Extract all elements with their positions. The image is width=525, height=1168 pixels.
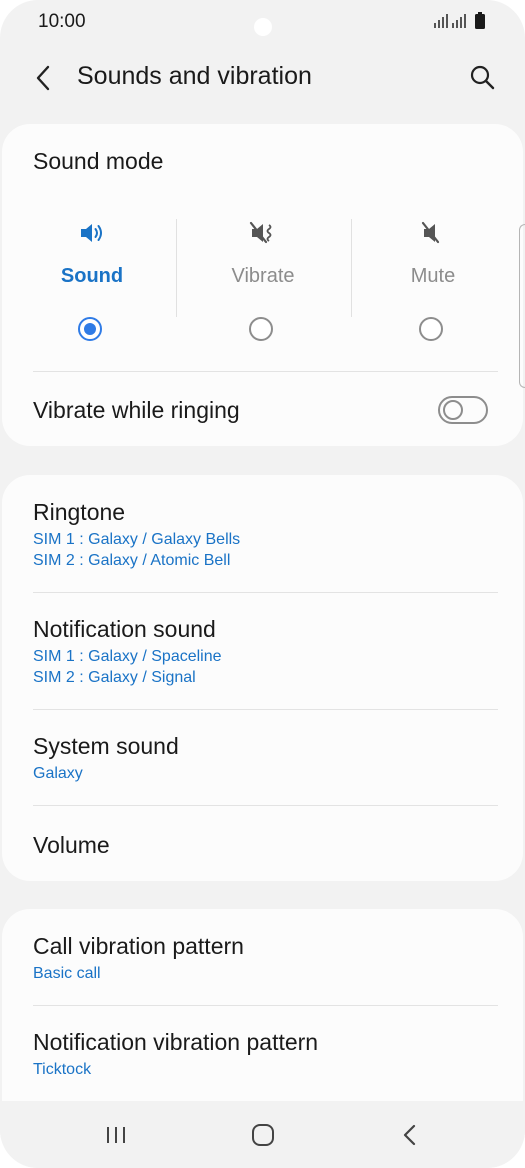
- ringtone-title: Ringtone: [33, 499, 126, 525]
- status-time: 10:00: [38, 11, 86, 32]
- mute-radio[interactable]: [419, 317, 443, 341]
- battery-icon: [475, 12, 485, 29]
- divider: [33, 805, 498, 806]
- scrollbar-thumb[interactable]: [519, 224, 525, 388]
- system-sound-title: System sound: [33, 733, 179, 759]
- vibrate-while-ringing-label: Vibrate while ringing: [33, 397, 240, 423]
- search-button[interactable]: [461, 56, 503, 98]
- system-sound-value: Galaxy: [33, 765, 83, 782]
- signal-icon-2: [452, 14, 466, 28]
- mute-icon: [421, 221, 440, 244]
- notification-sound-sim2: SIM 2 : Galaxy / Signal: [33, 669, 196, 686]
- status-bar: 10:00: [0, 0, 525, 44]
- search-icon: [470, 65, 495, 90]
- toggle-knob: [443, 400, 463, 420]
- sound-mode-vibrate[interactable]: Vibrate: [177, 217, 349, 357]
- speaker-icon: [81, 224, 102, 242]
- recent-apps-button[interactable]: [94, 1119, 138, 1151]
- back-button[interactable]: [24, 58, 64, 98]
- ringtone-sim1: SIM 1 : Galaxy / Galaxy Bells: [33, 531, 241, 548]
- navigation-bar: [0, 1101, 525, 1168]
- call-vibration-pattern-value: Basic call: [33, 965, 101, 982]
- app-bar: Sounds and vibration: [0, 48, 525, 106]
- back-nav-icon: [403, 1124, 416, 1146]
- sound-mode-mute-label: Mute: [410, 265, 456, 287]
- vibrate-radio[interactable]: [249, 317, 273, 341]
- home-icon: [252, 1124, 274, 1146]
- call-vibration-pattern-title: Call vibration pattern: [33, 933, 244, 959]
- divider: [33, 592, 498, 593]
- vibrate-while-ringing-toggle[interactable]: [438, 396, 488, 424]
- sound-mode-sound[interactable]: Sound: [6, 217, 178, 357]
- notification-sound-sim1: SIM 1 : Galaxy / Spaceline: [33, 648, 222, 665]
- divider: [33, 371, 498, 372]
- sound-mode-options: Sound Vibrate Mute: [2, 217, 523, 377]
- vibrate-icon: [249, 221, 272, 244]
- sound-mode-card: Sound mode Sound Vibrate Mute Vibrate wh…: [2, 124, 523, 446]
- notification-vibration-pattern-title: Notification vibration pattern: [33, 1029, 319, 1055]
- page-title: Sounds and vibration: [77, 62, 312, 90]
- sound-mode-title: Sound mode: [33, 148, 164, 174]
- signal-icon: [434, 14, 448, 28]
- home-button[interactable]: [241, 1119, 285, 1151]
- sound-mode-vibrate-label: Vibrate: [231, 265, 295, 287]
- divider: [33, 709, 498, 710]
- sound-mode-sound-label: Sound: [60, 265, 124, 287]
- signal-battery-icons: [434, 12, 485, 29]
- back-arrow-icon: [36, 65, 50, 91]
- sounds-card: Ringtone SIM 1 : Galaxy / Galaxy Bells S…: [2, 475, 523, 881]
- sound-mode-mute[interactable]: Mute: [347, 217, 519, 357]
- back-nav-button[interactable]: [388, 1119, 432, 1151]
- sound-radio[interactable]: [78, 317, 102, 341]
- vibration-card: Call vibration pattern Basic call Notifi…: [2, 909, 523, 1101]
- phone-screen: 10:00 Sounds and vibration Sound mode So…: [0, 0, 525, 1168]
- volume-title: Volume: [33, 832, 110, 858]
- front-camera: [254, 18, 272, 36]
- divider: [33, 1005, 498, 1006]
- notification-vibration-pattern-value: Ticktock: [33, 1061, 92, 1078]
- notification-sound-title: Notification sound: [33, 616, 216, 642]
- ringtone-sim2: SIM 2 : Galaxy / Atomic Bell: [33, 552, 231, 569]
- recent-apps-icon: [107, 1127, 125, 1143]
